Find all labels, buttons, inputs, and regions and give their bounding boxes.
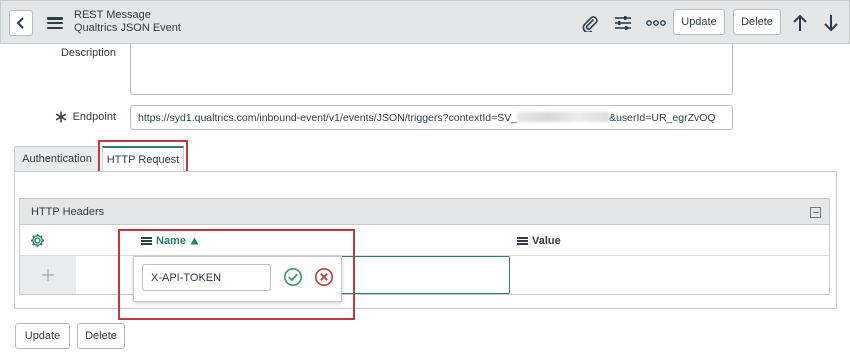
chevron-left-icon — [16, 17, 24, 29]
endpoint-value-prefix: https://syd1.qualtrics.com/inbound-event… — [138, 112, 518, 124]
footer-update-button[interactable]: Update — [15, 323, 70, 349]
settings-sliders-icon[interactable] — [613, 13, 633, 33]
endpoint-label-group: Endpoint — [50, 111, 116, 123]
record-title: REST Message Qualtrics JSON Event — [74, 9, 181, 35]
column-menu-icon[interactable] — [517, 237, 528, 245]
back-button[interactable] — [9, 10, 33, 36]
required-asterisk-icon — [55, 111, 66, 123]
header-delete-button[interactable]: Delete — [733, 9, 781, 35]
plus-icon — [42, 269, 54, 281]
endpoint-input[interactable]: https://syd1.qualtrics.com/inbound-event… — [130, 105, 733, 130]
context-menu-icon[interactable] — [47, 17, 63, 30]
endpoint-label: Endpoint — [72, 111, 116, 123]
description-textarea[interactable] — [130, 44, 733, 95]
column-header-value[interactable]: Value — [517, 235, 561, 247]
highlight-box-tab — [98, 140, 188, 175]
highlight-box-name-column — [118, 229, 355, 320]
header-update-button[interactable]: Update — [673, 9, 725, 35]
record-type-label: REST Message — [74, 9, 151, 21]
arrow-down-icon[interactable] — [821, 13, 841, 33]
tab-authentication[interactable]: Authentication — [14, 146, 100, 171]
redacted-context-id — [517, 112, 610, 122]
endpoint-value-suffix: &userId=UR_egrZvOQ — [609, 112, 716, 124]
column-value-label: Value — [532, 235, 561, 247]
footer-delete-button[interactable]: Delete — [77, 323, 125, 349]
form-header: REST Message Qualtrics JSON Event Update… — [0, 0, 850, 44]
gear-icon[interactable] — [30, 233, 45, 248]
http-headers-bar: HTTP Headers — [19, 198, 830, 225]
collapse-icon[interactable] — [810, 207, 821, 218]
arrow-up-icon[interactable] — [790, 13, 810, 33]
paperclip-icon[interactable] — [580, 13, 600, 33]
record-name-label: Qualtrics JSON Event — [74, 22, 181, 34]
more-options-icon[interactable] — [646, 13, 666, 33]
http-headers-title: HTTP Headers — [31, 206, 105, 218]
description-label: Description — [60, 47, 116, 59]
add-row-button[interactable] — [20, 256, 76, 294]
